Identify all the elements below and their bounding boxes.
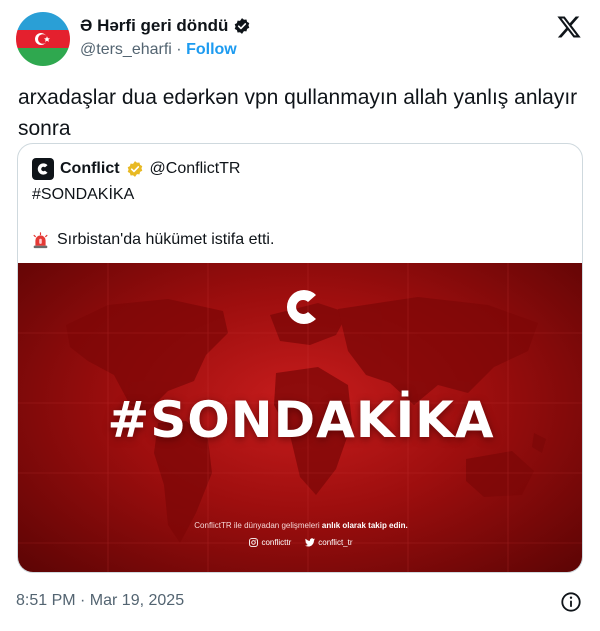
x-logo-icon[interactable] (556, 14, 582, 40)
follow-button[interactable]: Follow (186, 41, 237, 58)
media-socials: conflicttr conflict_tr (18, 538, 582, 547)
quoted-account-name: Conflict (60, 160, 120, 177)
gold-verified-badge-icon (127, 161, 142, 177)
instagram-handle: conflicttr (249, 538, 291, 547)
quoted-hashtag[interactable]: #SONDAKİKA (32, 186, 134, 204)
azerbaijan-flag-icon (16, 12, 70, 66)
conflict-c-logo-icon (286, 290, 316, 324)
quoted-author-row: Conflict @ConflictTR (32, 158, 240, 180)
author-handle[interactable]: @ters_eharfi (80, 41, 172, 58)
avatar[interactable] (16, 12, 70, 66)
quoted-body-text: Sırbistan'da hükümet istifa etti. (57, 231, 275, 248)
conflict-logo-icon (32, 158, 54, 180)
author-handle-row: @ters_eharfi · Follow (80, 41, 237, 59)
verified-badge-icon (235, 18, 250, 34)
media-headline: #SONDAKİKA (107, 391, 495, 449)
info-icon[interactable] (560, 591, 582, 613)
quoted-account-handle: @ConflictTR (149, 160, 241, 177)
tweet-timestamp[interactable]: 8:51 PM · Mar 19, 2025 (16, 592, 184, 610)
separator-dot: · (176, 41, 182, 58)
twitter-handle-text: conflict_tr (318, 538, 353, 547)
siren-icon (33, 231, 48, 248)
media-caption-text: ConflictTR ile dünyadan gelişmeleri (194, 521, 322, 530)
author-display-name[interactable]: Ə Hərfi geri döndü (80, 16, 228, 36)
media-caption-bold: anlık olarak takip edin. (321, 521, 408, 530)
quoted-media-image[interactable]: #SONDAKİKA ConflictTR ile dünyadan geliş… (18, 263, 582, 572)
twitter-handle: conflict_tr (305, 538, 353, 547)
tweet-text: arxadaşlar dua edərkən vpn qullanmayın a… (18, 86, 578, 140)
tweet-header: Ə Hərfi geri döndü @ters_eharfi · Follow (16, 12, 584, 68)
instagram-handle-text: conflicttr (261, 538, 292, 547)
quoted-tweet[interactable]: Conflict @ConflictTR #SONDAKİKA Sırbista… (17, 143, 583, 573)
twitter-bird-icon (305, 538, 316, 547)
media-caption: ConflictTR ile dünyadan gelişmeleri anlı… (18, 521, 582, 530)
quoted-text: Sırbistan'da hükümet istifa etti. (32, 231, 274, 249)
author-name-row[interactable]: Ə Hərfi geri döndü (80, 16, 251, 36)
instagram-icon (249, 538, 259, 547)
